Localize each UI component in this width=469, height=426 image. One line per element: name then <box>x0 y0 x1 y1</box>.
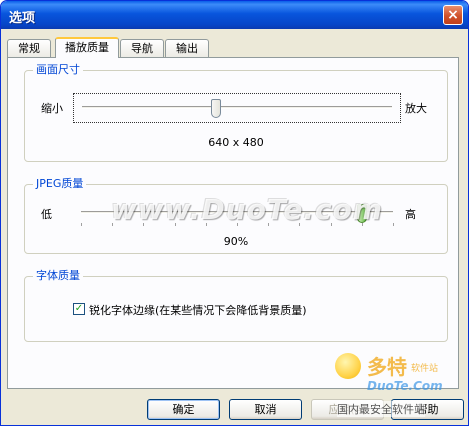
tab-navigation[interactable]: 导航 <box>120 39 164 57</box>
jpeg-value-text: 90% <box>223 235 249 248</box>
options-dialog: 选项 × 常规 播放质量 导航 输出 画面尺寸 缩小 放大 640 x 480 … <box>0 0 469 426</box>
title-bar[interactable]: 选项 × <box>1 1 468 29</box>
size-value-text: 640 x 480 <box>208 136 264 149</box>
group-screen-size: 画面尺寸 缩小 放大 640 x 480 <box>24 63 448 162</box>
logo-site-text: DuoTe.Com <box>367 379 443 393</box>
sharpen-font-label[interactable]: 锐化字体边缘(在某些情况下会降低背景质量) <box>89 302 307 318</box>
logo-main-text: 多特 <box>367 355 407 379</box>
jpeg-min-label: 低 <box>41 208 52 221</box>
group-title-jpeg-quality: JPEG质量 <box>33 177 87 191</box>
logo-sub-text: 软件站 <box>411 364 439 374</box>
logo-tag-text: 国内最安全软件站 <box>337 401 425 417</box>
size-slider[interactable] <box>73 93 401 123</box>
group-title-screen-size: 画面尺寸 <box>33 63 83 77</box>
group-font-quality: 字体质量 ✓ 锐化字体边缘(在某些情况下会降低背景质量) <box>24 269 448 342</box>
window-title: 选项 <box>9 11 36 26</box>
tab-playback-quality[interactable]: 播放质量 <box>55 37 119 58</box>
group-title-font-quality: 字体质量 <box>33 269 83 283</box>
logo-mascot-icon <box>335 353 361 379</box>
jpeg-slider-tick <box>393 223 394 226</box>
ok-button[interactable]: 确定 <box>147 399 220 420</box>
size-slider-track <box>82 106 392 109</box>
tab-general[interactable]: 常规 <box>7 39 51 57</box>
sharpen-font-checkbox[interactable]: ✓ <box>73 303 85 315</box>
size-slider-thumb[interactable] <box>211 99 222 118</box>
close-icon[interactable]: × <box>443 5 463 25</box>
jpeg-max-label: 高 <box>405 208 416 221</box>
watermark-text: www.DuoTe.com <box>111 193 383 226</box>
jpeg-slider-tick <box>81 223 82 226</box>
cancel-button[interactable]: 取消 <box>229 399 302 420</box>
size-max-label: 放大 <box>405 102 427 115</box>
tab-output[interactable]: 输出 <box>165 39 209 57</box>
size-min-label: 缩小 <box>41 102 63 115</box>
